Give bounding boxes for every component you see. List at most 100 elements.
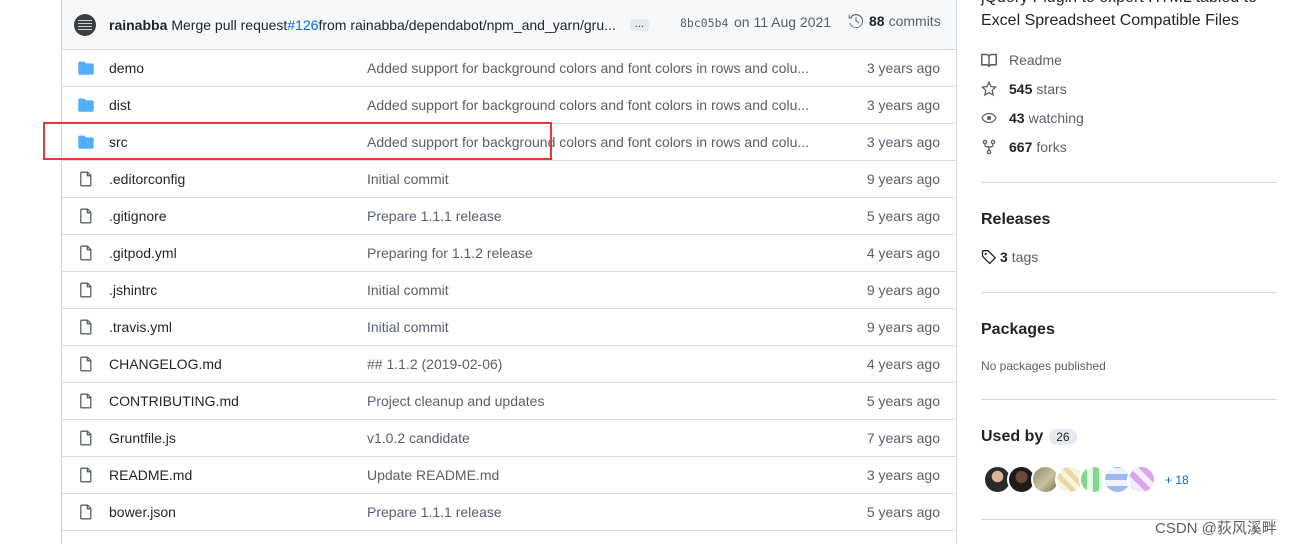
file-commit-age: 5 years ago	[866, 393, 940, 409]
file-icon	[78, 245, 94, 261]
file-name-link[interactable]: .gitpod.yml	[109, 245, 177, 261]
tags-label: tags	[1011, 249, 1039, 265]
used-by-counter: 26	[1049, 428, 1077, 445]
commit-sha-link[interactable]: 8bc05b4	[680, 16, 728, 30]
file-commit-age: 4 years ago	[866, 356, 940, 372]
file-commit-message-link[interactable]: Initial commit	[367, 171, 817, 187]
file-name-link[interactable]: CHANGELOG.md	[109, 356, 222, 372]
file-row[interactable]: CONTRIBUTING.md Project cleanup and updat…	[62, 383, 956, 420]
file-name-link[interactable]: demo	[109, 60, 144, 76]
file-commit-age: 3 years ago	[866, 467, 940, 483]
file-commit-age: 7 years ago	[866, 430, 940, 446]
file-commit-message-link[interactable]: Prepare 1.1.1 release	[367, 504, 817, 520]
file-icon	[78, 319, 94, 335]
file-commit-age: 9 years ago	[866, 171, 940, 187]
file-row[interactable]: .editorconfig Initial commit 9 years ago	[62, 161, 956, 198]
commit-author-link[interactable]: rainabba	[109, 17, 167, 33]
file-icon	[78, 467, 94, 483]
forks-link[interactable]: 667 forks	[981, 139, 1067, 155]
commit-count: 88	[869, 13, 885, 29]
file-commit-message-link[interactable]: Project cleanup and updates	[367, 393, 817, 409]
file-row[interactable]: .jshintrc Initial commit 9 years ago	[62, 272, 956, 309]
readme-label: Readme	[1009, 52, 1062, 68]
file-commit-age: 5 years ago	[866, 208, 940, 224]
commit-pr-link[interactable]: #126	[287, 17, 318, 33]
divider	[981, 182, 1277, 183]
forks-count: 667	[1009, 139, 1033, 155]
file-icon	[78, 171, 94, 187]
tags-count: 3	[1000, 249, 1008, 265]
file-commit-age: 3 years ago	[866, 97, 940, 113]
releases-heading[interactable]: Releases	[981, 211, 1050, 229]
file-row[interactable]: .gitpod.yml Preparing for 1.1.2 release 4 …	[62, 235, 956, 272]
commit-date: on 11 Aug 2021	[734, 14, 832, 30]
divider	[981, 292, 1277, 293]
commit-message-prefix[interactable]: Merge pull request	[171, 17, 287, 33]
used-by-heading[interactable]: Used by 26	[981, 428, 1077, 446]
commit-count-label: commits	[888, 13, 941, 29]
file-commit-message-link[interactable]: Added support for background colors and …	[367, 134, 817, 150]
repo-description: jQuery Plugin to export HTML tabled to E…	[981, 0, 1277, 32]
file-row[interactable]: demo Added support for background colors …	[62, 50, 956, 87]
watching-link[interactable]: 43 watching	[981, 110, 1084, 126]
author-avatar[interactable]	[74, 13, 96, 36]
history-icon	[848, 13, 864, 28]
stars-count: 545	[1009, 81, 1033, 97]
packages-heading[interactable]: Packages	[981, 321, 1055, 339]
avatar[interactable]	[1127, 465, 1156, 494]
file-icon	[78, 430, 94, 446]
file-commit-message-link[interactable]: Prepare 1.1.1 release	[367, 208, 817, 224]
file-commit-message-link[interactable]: Initial commit	[367, 282, 817, 298]
file-name-link[interactable]: .gitignore	[109, 208, 167, 224]
file-row[interactable]: Gruntfile.js v1.0.2 candidate 7 years ago	[62, 420, 956, 457]
file-commit-message-link[interactable]: Preparing for 1.1.2 release	[367, 245, 817, 261]
divider	[981, 399, 1277, 400]
file-commit-message-link[interactable]: Update README.md	[367, 467, 817, 483]
file-commit-message-link[interactable]: ## 1.1.2 (2019-02-06)	[367, 356, 817, 372]
star-icon	[981, 81, 997, 97]
file-name-link[interactable]: .editorconfig	[109, 171, 185, 187]
file-browser: rainabba Merge pull request #126 from ra…	[61, 0, 957, 544]
tag-icon	[981, 250, 997, 265]
used-by-title: Used by	[981, 428, 1044, 445]
file-row[interactable]: CHANGELOG.md ## 1.1.2 (2019-02-06) 4 years…	[62, 346, 956, 383]
file-commit-age: 9 years ago	[866, 319, 940, 335]
file-row[interactable]: README.md Update README.md 3 years ago	[62, 457, 956, 494]
file-row[interactable]: src Added support for background colors a…	[62, 124, 956, 161]
file-icon	[78, 208, 94, 224]
file-name-link[interactable]: .jshintrc	[109, 282, 157, 298]
file-name-link[interactable]: src	[109, 134, 128, 150]
file-row[interactable]: .gitignore Prepare 1.1.1 release 5 years a…	[62, 198, 956, 235]
dependents-avatars[interactable]: + 18	[983, 465, 1189, 494]
tags-link[interactable]: 3 tags	[981, 249, 1038, 265]
stars-link[interactable]: 545 stars	[981, 81, 1067, 97]
file-name-link[interactable]: Gruntfile.js	[109, 430, 176, 446]
file-name-link[interactable]: CONTRIBUTING.md	[109, 393, 239, 409]
file-commit-age: 3 years ago	[866, 134, 940, 150]
file-icon	[78, 504, 94, 520]
file-name-link[interactable]: README.md	[109, 467, 192, 483]
file-name-link[interactable]: dist	[109, 97, 131, 113]
folder-icon	[78, 134, 94, 150]
file-commit-message-link[interactable]: Initial commit	[367, 319, 817, 335]
commit-history-link[interactable]: 88 commits	[848, 13, 941, 29]
description-line-1: jQuery Plugin to export HTML tabled to	[981, 0, 1277, 9]
description-line-2: Excel Spreadsheet Compatible Files	[981, 12, 1239, 29]
commit-message-suffix[interactable]: from rainabba/dependabot/npm_and_yarn/gr…	[318, 17, 615, 33]
expand-commit-button[interactable]: ...	[629, 18, 649, 31]
file-commit-age: 5 years ago	[866, 504, 940, 520]
eye-icon	[981, 112, 997, 124]
file-commit-message-link[interactable]: Added support for background colors and …	[367, 60, 817, 76]
file-name-link[interactable]: .travis.yml	[109, 319, 172, 335]
used-by-more-link[interactable]: + 18	[1165, 473, 1189, 487]
packages-empty-text: No packages published	[981, 359, 1106, 373]
file-commit-message-link[interactable]: v1.0.2 candidate	[367, 430, 817, 446]
file-row[interactable]: .travis.yml Initial commit 9 years ago	[62, 309, 956, 346]
file-name-link[interactable]: bower.json	[109, 504, 176, 520]
file-commit-message-link[interactable]: Added support for background colors and …	[367, 97, 817, 113]
folder-icon	[78, 97, 94, 113]
book-icon	[981, 53, 997, 67]
readme-link[interactable]: Readme	[981, 52, 1062, 68]
file-row[interactable]: bower.json Prepare 1.1.1 release 5 years a…	[62, 494, 956, 531]
file-row[interactable]: dist Added support for background colors …	[62, 87, 956, 124]
